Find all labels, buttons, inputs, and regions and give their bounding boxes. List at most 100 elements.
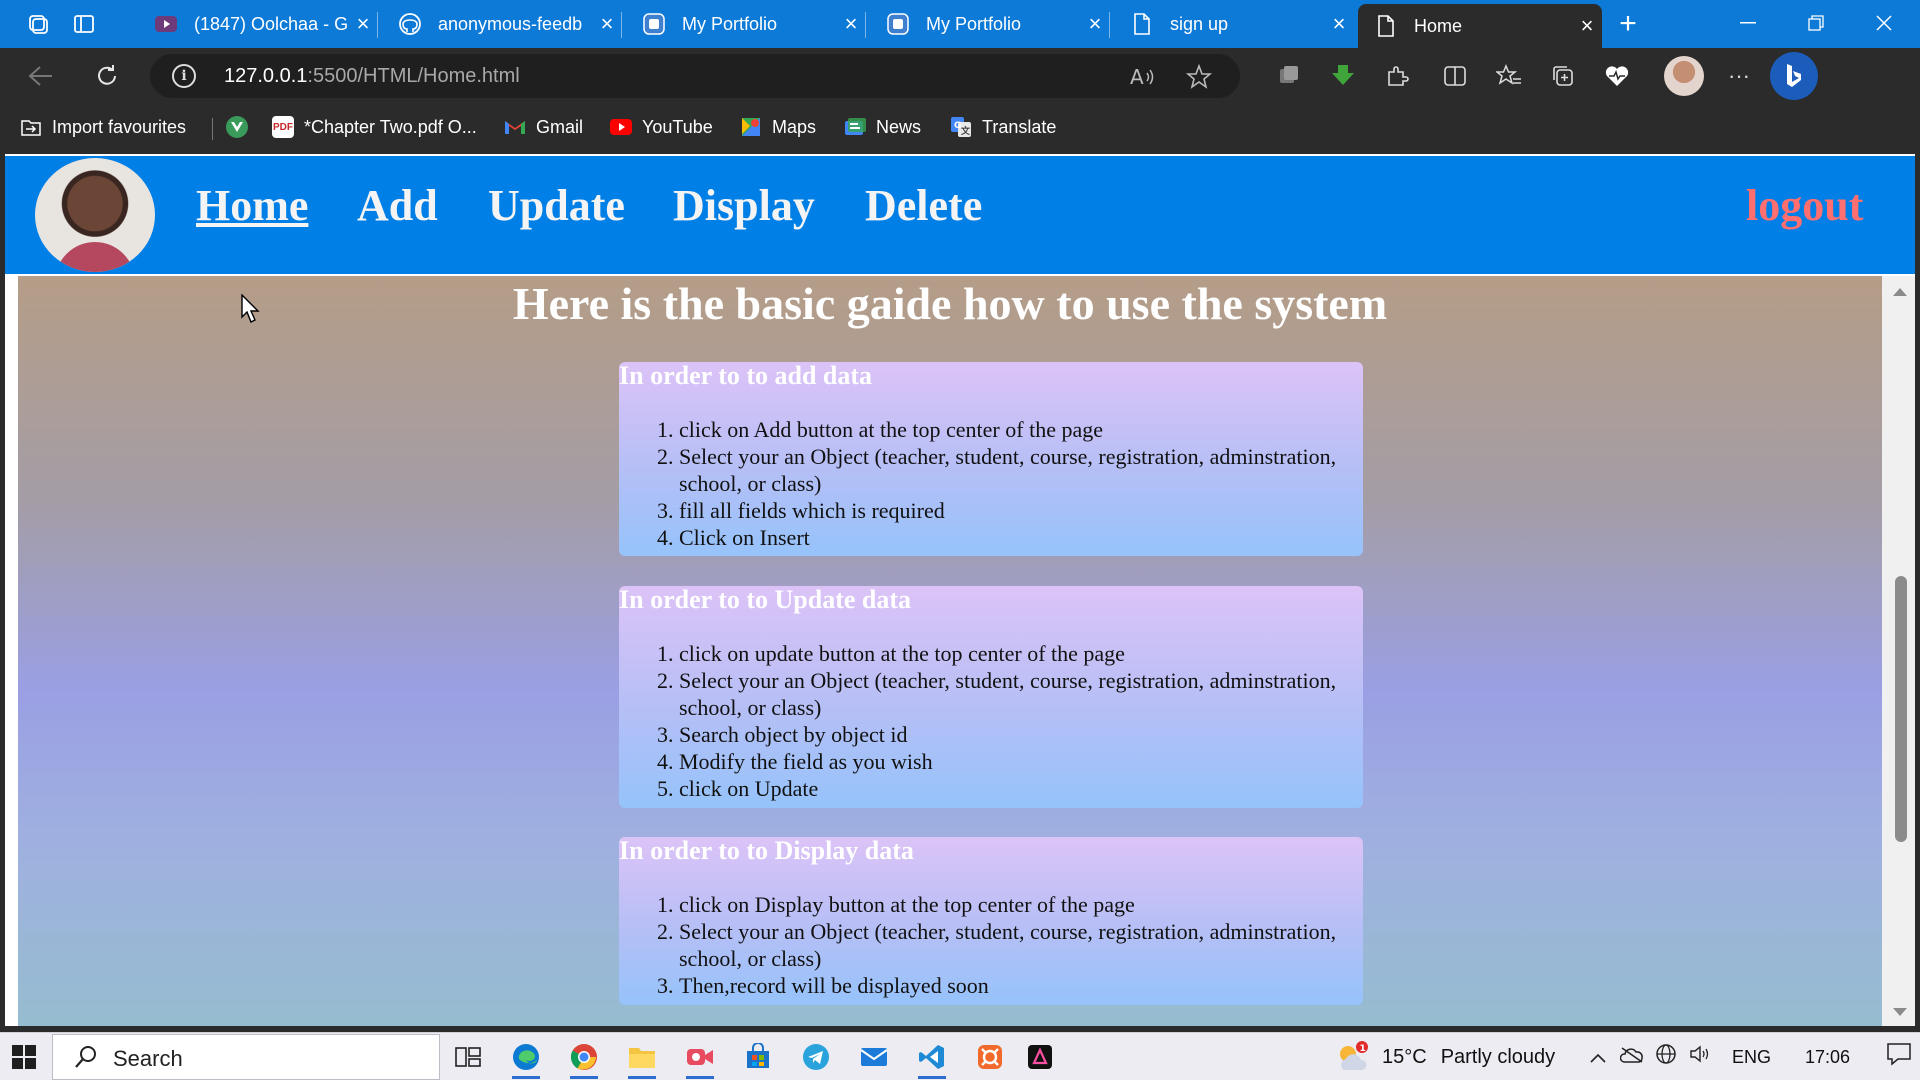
close-window-icon[interactable] bbox=[1850, 0, 1918, 46]
task-view-icon[interactable] bbox=[448, 1039, 488, 1075]
collections-icon[interactable] bbox=[1544, 58, 1582, 94]
toolbar-extensions: ··· bbox=[1250, 48, 1920, 104]
windows-start-icon[interactable] bbox=[12, 1045, 36, 1069]
creative-app-icon[interactable] bbox=[1020, 1039, 1060, 1075]
portfolio-icon bbox=[886, 12, 910, 36]
translate-icon: G文 bbox=[950, 116, 972, 138]
clock-time[interactable]: 17:06 bbox=[1805, 1047, 1850, 1068]
card-heading: In order to to add data bbox=[619, 361, 873, 390]
nav-delete-link[interactable]: Delete bbox=[865, 180, 982, 231]
nav-display-link[interactable]: Display bbox=[673, 180, 815, 231]
nav-add-link[interactable]: Add bbox=[357, 180, 438, 231]
address-url[interactable]: 127.0.0.1:5500/HTML/Home.html bbox=[224, 65, 520, 88]
nav-home-link[interactable]: Home bbox=[196, 180, 308, 231]
weather-widget[interactable]: 1 15°C Partly cloudy bbox=[1334, 1033, 1555, 1080]
favourites-bar: Import favourites PDF *Chapter Two.pdf O… bbox=[0, 104, 1920, 154]
favourite-label: News bbox=[876, 116, 922, 137]
refresh-icon[interactable] bbox=[88, 58, 126, 94]
taskbar-search[interactable]: Search bbox=[52, 1034, 440, 1080]
address-bar[interactable]: i 127.0.0.1:5500/HTML/Home.html A bbox=[150, 54, 1240, 98]
close-icon[interactable]: × bbox=[1572, 13, 1602, 39]
tab-title: Home bbox=[1414, 15, 1463, 36]
scroll-up-arrow-icon[interactable] bbox=[1893, 288, 1907, 296]
read-aloud-icon[interactable]: A bbox=[1128, 62, 1158, 92]
edge-app-icon[interactable] bbox=[506, 1039, 546, 1079]
vertical-tabs-icon[interactable] bbox=[66, 7, 102, 41]
workspaces-icon[interactable] bbox=[20, 7, 56, 41]
step-item: Search object by object id bbox=[679, 721, 1363, 748]
step-item: Modify the field as you wish bbox=[679, 748, 1363, 775]
close-icon[interactable]: × bbox=[1324, 11, 1354, 37]
notifications-icon[interactable] bbox=[1886, 1042, 1912, 1072]
telegram-icon[interactable] bbox=[796, 1039, 836, 1075]
file-explorer-icon[interactable] bbox=[622, 1039, 662, 1079]
nav-update-link[interactable]: Update bbox=[488, 180, 625, 231]
close-icon[interactable]: × bbox=[836, 11, 866, 37]
profile-avatar[interactable] bbox=[1664, 56, 1704, 96]
display-guide-card: In order to to Display data click on Dis… bbox=[619, 836, 1363, 1005]
favorites-icon[interactable] bbox=[1490, 58, 1528, 94]
chevron-up-icon[interactable] bbox=[1584, 1046, 1612, 1069]
close-icon[interactable]: × bbox=[1080, 11, 1110, 37]
favourite-import[interactable]: Import favourites bbox=[20, 116, 186, 138]
microsoft-store-icon[interactable] bbox=[738, 1039, 778, 1075]
browser-tab[interactable]: anonymous-feedb × bbox=[382, 4, 622, 44]
postman-like-app-icon[interactable] bbox=[970, 1039, 1010, 1075]
close-icon[interactable]: × bbox=[592, 11, 622, 37]
browser-essentials-icon[interactable] bbox=[1598, 58, 1636, 94]
vscode-app-icon[interactable] bbox=[912, 1039, 952, 1079]
maps-icon bbox=[740, 116, 762, 138]
network-globe-icon[interactable] bbox=[1650, 1043, 1682, 1071]
browser-tab-active[interactable]: Home × bbox=[1358, 4, 1602, 48]
step-item: click on Add button at the top center of… bbox=[679, 416, 1363, 443]
onedrive-icon[interactable] bbox=[1616, 1046, 1648, 1069]
mail-app-icon[interactable] bbox=[854, 1039, 894, 1075]
favourite-gmail[interactable]: Gmail bbox=[504, 116, 583, 138]
pdf-icon: PDF bbox=[272, 116, 294, 138]
favourite-vue[interactable] bbox=[226, 116, 258, 138]
scroll-down-arrow-icon[interactable] bbox=[1893, 1008, 1907, 1016]
favourite-translate[interactable]: G文 Translate bbox=[950, 116, 1056, 138]
page-scrollbar[interactable] bbox=[1882, 276, 1915, 1026]
screen-recorder-icon[interactable] bbox=[680, 1039, 720, 1079]
new-tab-icon[interactable]: + bbox=[1610, 7, 1646, 41]
search-icon bbox=[75, 1046, 96, 1068]
partly-cloudy-icon: 1 bbox=[1340, 1041, 1368, 1070]
favourite-pdf[interactable]: PDF *Chapter Two.pdf O... bbox=[272, 116, 477, 138]
extension-icon[interactable] bbox=[1270, 58, 1308, 94]
extensions-puzzle-icon[interactable] bbox=[1378, 58, 1416, 94]
favourite-news[interactable]: News bbox=[844, 116, 921, 138]
minimize-icon[interactable] bbox=[1714, 0, 1782, 46]
guide-content: Here is the basic gaide how to use the s… bbox=[18, 276, 1882, 1026]
browser-tab[interactable]: sign up × bbox=[1114, 4, 1354, 44]
bing-copilot-icon[interactable] bbox=[1770, 52, 1818, 100]
chrome-app-icon[interactable] bbox=[564, 1039, 604, 1079]
download-extension-icon[interactable] bbox=[1324, 58, 1362, 94]
site-info-icon[interactable]: i bbox=[172, 64, 196, 88]
url-host: 127.0.0.1 bbox=[224, 65, 308, 87]
favourite-youtube[interactable]: YouTube bbox=[610, 116, 713, 138]
logout-link[interactable]: logout bbox=[1746, 180, 1863, 231]
split-screen-icon[interactable] bbox=[1436, 58, 1474, 94]
weather-badge: 1 bbox=[1360, 1044, 1366, 1054]
more-options-icon[interactable]: ··· bbox=[1720, 58, 1758, 94]
favourite-maps[interactable]: Maps bbox=[740, 116, 816, 138]
back-icon[interactable] bbox=[22, 58, 60, 94]
browser-tab[interactable]: My Portfolio × bbox=[626, 4, 866, 44]
language-indicator[interactable]: ENG bbox=[1732, 1047, 1771, 1068]
browser-tab[interactable]: (1847) Oolchaa - G × bbox=[138, 4, 378, 44]
step-item: click on Display button at the top cente… bbox=[679, 891, 1363, 918]
import-icon bbox=[20, 116, 42, 138]
close-icon[interactable]: × bbox=[348, 11, 378, 37]
browser-tab[interactable]: My Portfolio × bbox=[870, 4, 1110, 44]
weather-desc: Partly cloudy bbox=[1440, 1045, 1556, 1068]
restore-icon[interactable] bbox=[1782, 0, 1850, 46]
step-item: fill all fields which is required bbox=[679, 497, 1363, 524]
scrollbar-thumb[interactable] bbox=[1895, 576, 1907, 842]
tab-strip: (1847) Oolchaa - G × anonymous-feedb × M… bbox=[0, 0, 1920, 48]
tab-title: anonymous-feedb bbox=[438, 13, 583, 34]
gmail-icon bbox=[504, 116, 526, 138]
step-item: Select your an Object (teacher, student,… bbox=[679, 667, 1363, 721]
favorite-star-icon[interactable] bbox=[1184, 62, 1214, 92]
volume-icon[interactable] bbox=[1684, 1044, 1716, 1070]
